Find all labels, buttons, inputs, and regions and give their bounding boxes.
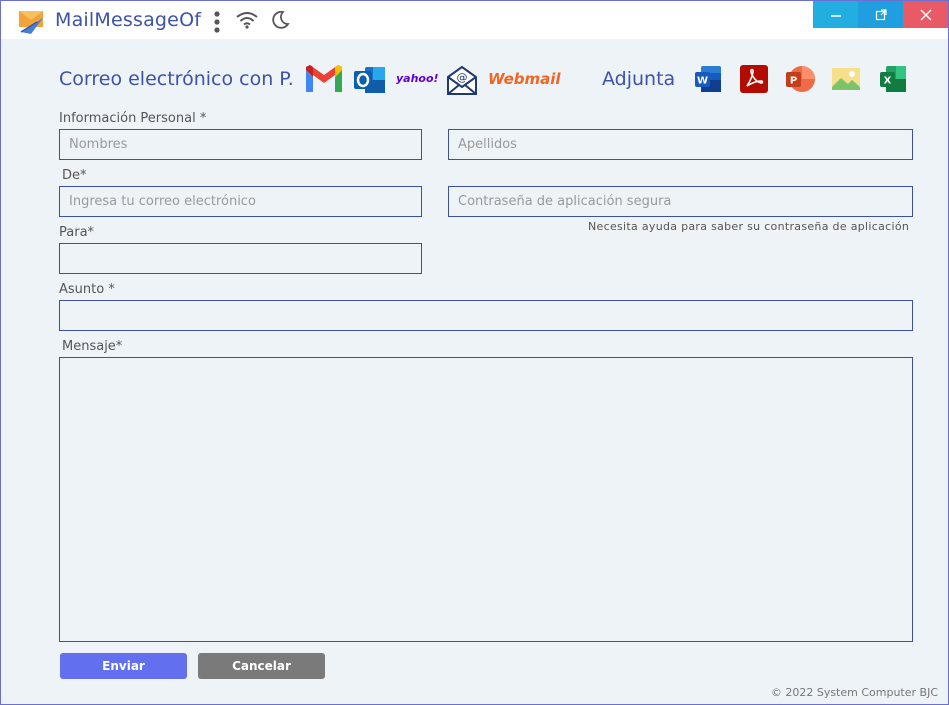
close-button[interactable] <box>903 1 948 28</box>
email-input[interactable]: Ingresa tu correo electrónico <box>59 186 422 217</box>
attach-label: Adjunta <box>602 68 676 90</box>
dark-mode-icon[interactable] <box>270 10 290 30</box>
last-name-placeholder: Apellidos <box>458 137 517 152</box>
svg-text:X: X <box>884 76 892 87</box>
yahoo-icon[interactable]: yahoo! <box>396 72 439 85</box>
message-label: Mensaje* <box>62 339 123 354</box>
message-textarea[interactable] <box>59 357 913 642</box>
word-icon[interactable]: W <box>693 64 723 94</box>
app-password-placeholder: Contraseña de aplicación segura <box>458 194 672 209</box>
app-logo-icon <box>19 11 43 34</box>
send-button[interactable]: Enviar <box>60 653 187 679</box>
first-name-placeholder: Nombres <box>69 137 128 152</box>
email-placeholder: Ingresa tu correo electrónico <box>69 194 256 209</box>
close-icon <box>919 8 932 21</box>
app-password-input[interactable]: Contraseña de aplicación segura <box>448 186 913 217</box>
last-name-input[interactable]: Apellidos <box>448 129 913 160</box>
first-name-input[interactable]: Nombres <box>59 129 422 160</box>
svg-text:@: @ <box>457 71 468 84</box>
page-title: Correo electrónico con P. <box>59 68 294 90</box>
copyright-footer: © 2022 System Computer BJC <box>770 686 938 699</box>
subject-input[interactable] <box>59 300 913 331</box>
maximize-icon <box>875 8 887 20</box>
app-window: MailMessageOf Correo electrónico con P. … <box>0 0 949 705</box>
to-input[interactable] <box>59 243 422 274</box>
outlook-icon[interactable] <box>353 64 387 96</box>
cancel-button[interactable]: Cancelar <box>198 653 325 679</box>
minimize-icon <box>830 14 841 17</box>
email-envelope-icon[interactable]: @ <box>446 64 478 96</box>
pdf-icon[interactable] <box>739 64 769 94</box>
maximize-button[interactable] <box>858 1 903 28</box>
app-title: MailMessageOf <box>55 9 202 31</box>
svg-text:W: W <box>697 76 708 87</box>
webmail-icon[interactable]: Webmail <box>488 70 561 88</box>
subject-label: Asunto * <box>59 282 115 297</box>
minimize-button[interactable] <box>813 1 858 28</box>
from-label: De* <box>62 168 87 183</box>
gmail-icon[interactable] <box>304 64 344 94</box>
password-help-link[interactable]: Necesita ayuda para saber su contraseña … <box>588 220 909 233</box>
powerpoint-icon[interactable]: P <box>784 64 816 94</box>
title-bar: MailMessageOf <box>1 1 948 39</box>
excel-icon[interactable]: X <box>878 64 908 94</box>
personal-info-label: Información Personal * <box>59 111 207 126</box>
svg-text:P: P <box>790 76 797 87</box>
more-options-icon[interactable] <box>212 11 222 33</box>
to-label: Para* <box>59 225 95 240</box>
wifi-icon[interactable] <box>236 11 258 29</box>
image-icon[interactable] <box>831 67 861 91</box>
